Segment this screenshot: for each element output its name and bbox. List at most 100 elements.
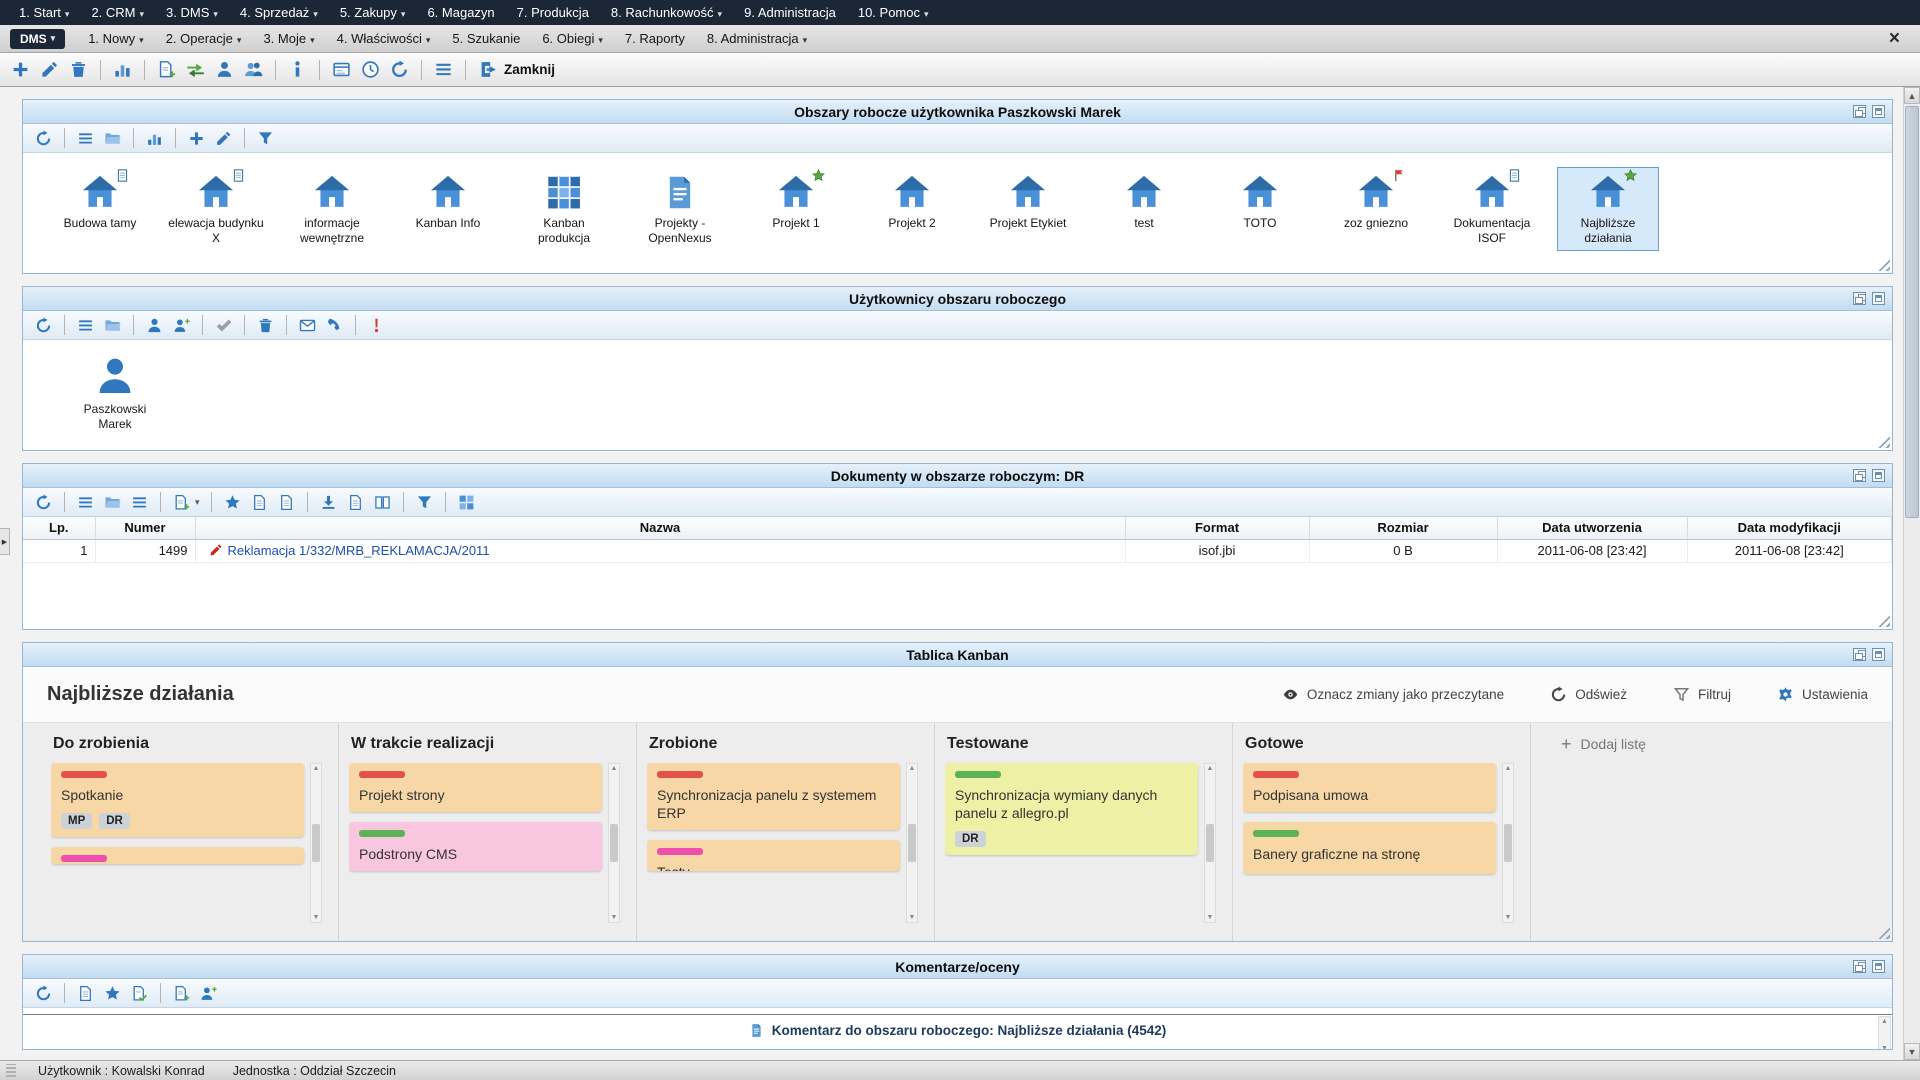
column-scrollbar[interactable]: ▲▼ [906, 763, 918, 923]
scroll-up-icon[interactable]: ▲ [1207, 765, 1214, 772]
scrollbar-track[interactable] [1904, 104, 1920, 1043]
workspace-item[interactable]: Projekt 1 [745, 167, 847, 236]
panel-restore-icon[interactable] [1853, 648, 1866, 661]
panel-restore-icon[interactable] [1853, 105, 1866, 118]
module-menu-item-4[interactable]: 4. Właściwości▾ [326, 28, 442, 49]
workspaces-panel-header[interactable]: Obszary robocze użytkownika Paszkowski M… [23, 100, 1892, 124]
list-icon[interactable] [74, 127, 97, 150]
member-badge[interactable]: DR [99, 813, 130, 829]
info-icon[interactable] [285, 57, 310, 82]
edit-icon[interactable] [212, 127, 235, 150]
member-badge[interactable]: MP [61, 813, 92, 829]
top-menu-item-1[interactable]: 1. Start▾ [8, 2, 80, 23]
kanban-card[interactable]: Podstrony CMS [349, 822, 602, 871]
users-panel-header[interactable]: Użytkownicy obszaru roboczego [23, 287, 1892, 311]
member-badge[interactable]: DR [955, 831, 986, 847]
comment-link[interactable]: Komentarz do obszaru roboczego: Najbliżs… [772, 1023, 1167, 1038]
columns-icon[interactable] [371, 491, 394, 514]
scroll-down-icon[interactable]: ▼ [909, 914, 916, 921]
workspace-item[interactable]: Projekt 2 [861, 167, 963, 236]
comments-scrollbar[interactable]: ▲ ▼ [1878, 1016, 1891, 1050]
column-header[interactable]: Format [1125, 517, 1309, 539]
comments-panel-header[interactable]: Komentarze/oceny [23, 955, 1892, 979]
workspace-item[interactable]: Projekty - OpenNexus [629, 167, 731, 251]
workspace-item[interactable]: Kanban produkcja [513, 167, 615, 251]
grid-icon[interactable] [455, 491, 478, 514]
document-link[interactable]: Reklamacja 1/332/MRB_REKLAMACJA/2011 [228, 543, 490, 558]
doc-add-icon[interactable] [170, 982, 193, 1005]
scroll-down-icon[interactable]: ▼ [313, 914, 320, 921]
add-icon[interactable] [8, 57, 33, 82]
users-icon[interactable] [241, 57, 266, 82]
user-icon[interactable] [143, 314, 166, 337]
add-icon[interactable] [185, 127, 208, 150]
column-header[interactable]: Data utworzenia [1497, 517, 1687, 539]
kanban-card[interactable]: Banery graficzne na stronę [1243, 822, 1496, 874]
workspace-item[interactable]: elewacja budynku X [165, 167, 267, 251]
top-menu-item-9[interactable]: 9. Administracja [733, 2, 847, 23]
scroll-down-icon[interactable]: ▼ [1904, 1043, 1920, 1060]
kanban-card[interactable]: Synchronizacja panelu z systemem ERP [647, 763, 900, 830]
panel-maximize-icon[interactable] [1872, 648, 1885, 661]
panel-maximize-icon[interactable] [1872, 105, 1885, 118]
column-header[interactable]: Nazwa [195, 517, 1125, 539]
column-header[interactable]: Rozmiar [1309, 517, 1497, 539]
chart-icon[interactable] [110, 57, 135, 82]
flow-icon[interactable] [183, 57, 208, 82]
kanban-card[interactable]: Testy [647, 840, 900, 871]
list2-icon[interactable] [128, 491, 151, 514]
doc-add-icon[interactable] [170, 491, 193, 514]
scroll-up-icon[interactable]: ▲ [611, 765, 618, 772]
module-menu-item-2[interactable]: 2. Operacje▾ [155, 28, 253, 49]
dropdown-caret-icon[interactable]: ▾ [195, 497, 200, 508]
filter-icon[interactable] [413, 491, 436, 514]
list-icon[interactable] [74, 491, 97, 514]
scrollbar-thumb[interactable] [1905, 106, 1919, 518]
close-module-button[interactable]: Zamknij [473, 58, 561, 81]
doc-find-icon[interactable] [275, 491, 298, 514]
top-menu-item-5[interactable]: 5. Zakupy▾ [329, 2, 417, 23]
filter-icon[interactable] [254, 127, 277, 150]
clock-icon[interactable] [358, 57, 383, 82]
scroll-down-icon[interactable]: ▼ [1881, 1045, 1888, 1050]
add-list-button[interactable]: + Dodaj listę [1531, 735, 1892, 753]
exclaim-icon[interactable] [365, 314, 388, 337]
doc-icon[interactable] [74, 982, 97, 1005]
panel-maximize-icon[interactable] [1872, 469, 1885, 482]
workspace-item[interactable]: Dokumentacja ISOF [1441, 167, 1543, 251]
workspace-item[interactable]: Kanban Info [397, 167, 499, 236]
scroll-down-icon[interactable]: ▼ [611, 914, 618, 921]
module-menu-item-7[interactable]: 7. Raporty [614, 28, 696, 49]
scroll-up-icon[interactable]: ▲ [1881, 1018, 1888, 1025]
panel-collapse-handle[interactable]: ▶ [0, 528, 10, 555]
panel-restore-icon[interactable] [1853, 292, 1866, 305]
kanban-card[interactable] [51, 847, 304, 864]
user-icon[interactable] [212, 57, 237, 82]
module-menu-item-8[interactable]: 8. Administracja▾ [696, 28, 818, 49]
star-icon[interactable] [221, 491, 244, 514]
doc-export-icon[interactable] [344, 491, 367, 514]
refresh-icon[interactable] [32, 127, 55, 150]
list-icon[interactable] [74, 314, 97, 337]
workspace-user[interactable]: Paszkowski Marek [67, 354, 163, 440]
phone-icon[interactable] [323, 314, 346, 337]
kanban-panel-header[interactable]: Tablica Kanban [23, 643, 1892, 667]
document-row[interactable]: 11499Reklamacja 1/332/MRB_REKLAMACJA/201… [23, 539, 1892, 562]
kanban-card[interactable]: Synchronizacja wymiany danych panelu z a… [945, 763, 1198, 855]
close-icon[interactable]: × [1879, 29, 1910, 48]
user-add-icon[interactable] [197, 982, 220, 1005]
column-scrollbar[interactable]: ▲▼ [310, 763, 322, 923]
folder-icon[interactable] [101, 127, 124, 150]
trash-icon[interactable] [254, 314, 277, 337]
top-menu-item-2[interactable]: 2. CRM▾ [80, 2, 155, 23]
column-header[interactable]: Numer [95, 517, 195, 539]
column-scrollbar[interactable]: ▲▼ [1204, 763, 1216, 923]
folder-icon[interactable] [101, 314, 124, 337]
download-icon[interactable] [317, 491, 340, 514]
history-icon[interactable] [387, 57, 412, 82]
module-menu-item-6[interactable]: 6. Obiegi▾ [531, 28, 614, 49]
workspace-item[interactable]: Najbliższe działania [1557, 167, 1659, 251]
top-menu-item-6[interactable]: 6. Magazyn [416, 2, 505, 23]
panel-maximize-icon[interactable] [1872, 292, 1885, 305]
module-menu-item-3[interactable]: 3. Moje▾ [252, 28, 325, 49]
